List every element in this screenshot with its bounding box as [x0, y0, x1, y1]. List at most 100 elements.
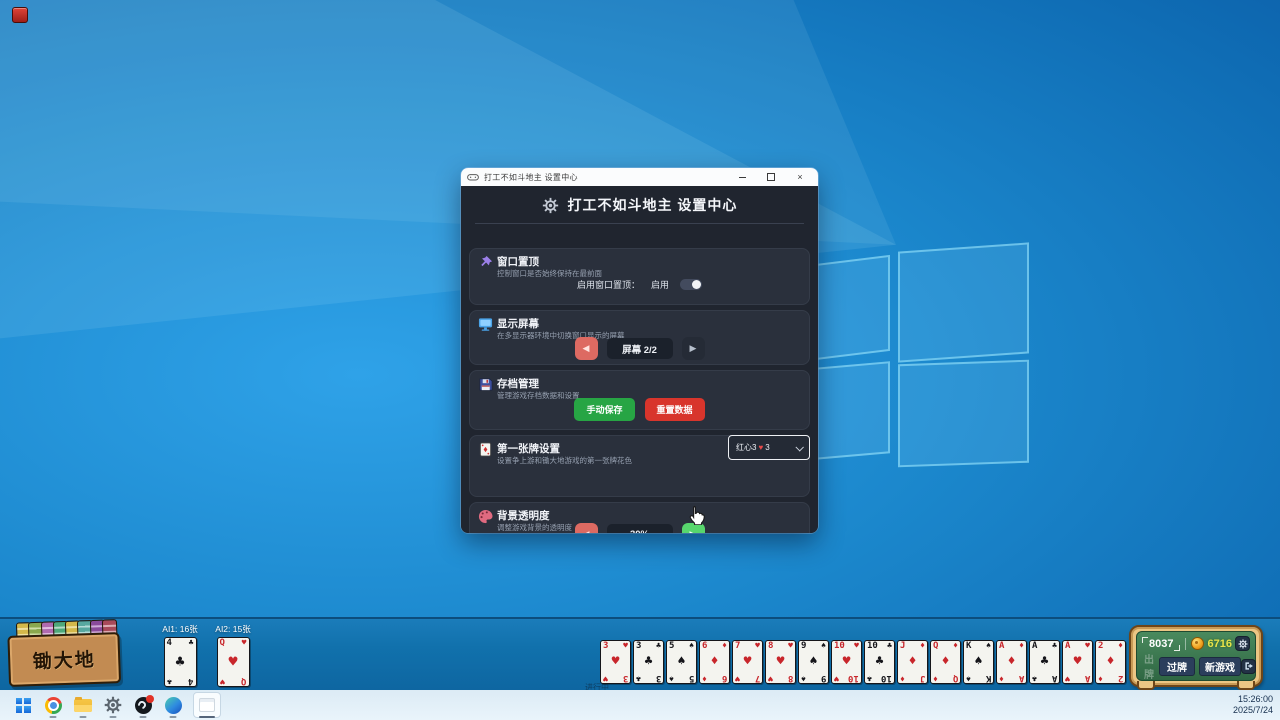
gear-icon: [1238, 639, 1248, 649]
chevron-down-icon: [795, 443, 803, 451]
taskbar-obs[interactable]: [131, 692, 155, 718]
dropdown-rank: 3: [765, 443, 769, 452]
ai2-card: Q♥ ♥ ♥Q: [217, 637, 250, 687]
heart-suit-glyph: ♥: [758, 443, 763, 452]
settings-content: 打工不如斗地主 设置中心 窗口置顶 控制窗口是否始终保持在最前面 启用窗口置顶：…: [461, 186, 818, 533]
pin-icon: [478, 255, 493, 270]
hand-card[interactable]: K ♠ ♠ ♠ K: [963, 640, 994, 684]
screen: 打工不如斗地主 设置中心 × 打工不如斗地主 设置中心 窗口置顶 控制窗口是否始…: [0, 0, 1280, 720]
opacity-decrease-button[interactable]: ◀: [575, 523, 598, 533]
manual-save-button[interactable]: 手动保存: [574, 398, 634, 421]
obs-icon: [135, 697, 152, 714]
reset-data-button[interactable]: 重置数据: [645, 398, 705, 421]
hand-card[interactable]: 9 ♠ ♠ ♠ 9: [798, 640, 829, 684]
toggle-state-label: 启用: [651, 278, 669, 291]
hand-card[interactable]: 2 ♦ ♦ ♦ 2: [1095, 640, 1126, 684]
taskbar-file-explorer[interactable]: [71, 692, 95, 718]
dropdown-value: 红心3: [736, 442, 756, 453]
section-title: 背景透明度: [497, 508, 550, 523]
desktop-shortcut-icon[interactable]: [12, 7, 28, 23]
playing-card-icon: [478, 442, 493, 457]
hand-card[interactable]: 10 ♥ ♥ ♥ 10: [831, 640, 862, 684]
game-bottom-bar: 锄大地 AI1: 16张 4♣ ♣ ♣4 AI2: 15张 Q♥ ♥ ♥Q 进行…: [0, 617, 1280, 690]
coin-icon: [1191, 637, 1204, 650]
clock-time: 15:26:00: [1233, 694, 1273, 705]
new-game-button[interactable]: 新游戏: [1199, 657, 1241, 676]
hand-card[interactable]: 8 ♥ ♥ ♥ 8: [765, 640, 796, 684]
hand-card[interactable]: 3 ♣ ♣ ♣ 3: [633, 640, 664, 684]
hand-card[interactable]: A ♣ ♣ ♣ A: [1029, 640, 1060, 684]
hand-card[interactable]: 7 ♥ ♥ ♥ 7: [732, 640, 763, 684]
wallpaper-windows-logo-pane: [898, 360, 1029, 468]
window-titlebar[interactable]: 打工不如斗地主 设置中心 ×: [461, 168, 818, 186]
close-button[interactable]: ×: [788, 169, 812, 185]
hand-card[interactable]: 5 ♠ ♠ ♠ 5: [666, 640, 697, 684]
exit-icon: [1244, 661, 1254, 671]
ai2-area: AI2: 15张 Q♥ ♥ ♥Q: [211, 623, 255, 687]
first-card-dropdown[interactable]: 红心3 ♥ 3: [728, 435, 810, 460]
screen-value: 屏幕 2/2: [607, 338, 673, 359]
section-title: 窗口置顶: [497, 254, 539, 269]
play-cards-button-disabled: 出牌: [1144, 651, 1154, 681]
hand-card[interactable]: A ♦ ♦ ♦ A: [996, 640, 1027, 684]
section-desc: 设置争上游和锄大地游戏的第一张牌花色: [497, 455, 632, 466]
player-hand: 3 ♥ ♥ ♥ 3 3 ♣ ♣ ♣ 3 5 ♠ ♠ ♠ 5 6 ♦ ♦ ♦ 6 …: [600, 640, 1126, 684]
palette-icon: [478, 509, 493, 524]
chrome-icon: [45, 697, 62, 714]
hand-card[interactable]: Q ♦ ♦ ♦ Q: [930, 640, 961, 684]
section-background-opacity: 背景透明度 调整游戏背景的透明度 ◀ 30% ▶: [469, 502, 810, 533]
pass-button[interactable]: 过牌: [1159, 657, 1195, 676]
gear-icon: [104, 696, 122, 714]
start-button[interactable]: [11, 692, 35, 718]
wallpaper-windows-logo-pane: [898, 242, 1029, 362]
section-title: 存档管理: [497, 376, 539, 391]
exit-button[interactable]: [1241, 659, 1256, 674]
hand-card[interactable]: 10 ♣ ♣ ♣ 10: [864, 640, 895, 684]
folder-icon: [74, 699, 92, 712]
divider: [475, 223, 804, 224]
windows-logo-icon: [16, 698, 31, 713]
gamepad-icon: [467, 173, 479, 181]
taskbar-edge[interactable]: [161, 692, 185, 718]
window-title: 打工不如斗地主 设置中心: [484, 172, 578, 183]
save-icon: [478, 377, 493, 392]
settings-window: 打工不如斗地主 设置中心 × 打工不如斗地主 设置中心 窗口置顶 控制窗口是否始…: [461, 168, 818, 533]
section-save-management: 存档管理 管理游戏存档数据和设置 手动保存 重置数据: [469, 370, 810, 430]
minimize-button[interactable]: [730, 169, 754, 185]
ai1-card-count: AI1: 16张: [158, 623, 202, 635]
page-title: 打工不如斗地主 设置中心: [568, 195, 738, 215]
taskbar-clock[interactable]: 15:26:00 2025/7/24: [1233, 694, 1273, 716]
screen-prev-button[interactable]: ◀: [575, 337, 598, 360]
toggle-label: 启用窗口置顶：: [577, 278, 640, 291]
hand-card[interactable]: A ♥ ♥ ♥ A: [1062, 640, 1093, 684]
ai1-card: 4♣ ♣ ♣4: [164, 637, 197, 687]
panel-settings-button[interactable]: [1235, 636, 1250, 651]
hand-card[interactable]: J ♦ ♦ ♦ J: [897, 640, 928, 684]
ai1-area: AI1: 16张 4♣ ♣ ♣4: [158, 623, 202, 687]
screen-next-button[interactable]: ▶: [682, 337, 705, 360]
ai2-card-count: AI2: 15张: [211, 623, 255, 635]
game-logo-text: 锄大地: [32, 645, 96, 674]
score-panel: 8037 6716 出牌 过牌 新游戏: [1129, 625, 1263, 687]
taskbar-chrome[interactable]: [41, 692, 65, 718]
coins-value: 6716: [1207, 638, 1231, 650]
maximize-button[interactable]: [759, 169, 783, 185]
section-title: 第一张牌设置: [497, 441, 560, 456]
edge-icon: [165, 697, 182, 714]
taskbar-settings[interactable]: [101, 692, 125, 718]
clock-date: 2025/7/24: [1233, 705, 1273, 716]
always-on-top-toggle[interactable]: [680, 279, 702, 290]
game-logo: 锄大地: [7, 619, 121, 687]
app-window-icon: [199, 698, 215, 712]
hand-card[interactable]: 3 ♥ ♥ ♥ 3: [600, 640, 631, 684]
score-value: 8037: [1142, 637, 1180, 651]
mouse-cursor-hand: [686, 504, 707, 525]
opacity-value: 30%: [607, 524, 673, 533]
monitor-icon: [478, 317, 493, 332]
section-display-screen: 显示屏幕 在多显示器环境中切换窗口显示的屏幕 ◀ 屏幕 2/2 ▶: [469, 310, 810, 365]
taskbar-active-game-window[interactable]: [193, 692, 221, 718]
section-first-card: 第一张牌设置 设置争上游和锄大地游戏的第一张牌花色 红心3 ♥ 3: [469, 435, 810, 497]
taskbar: 15:26:00 2025/7/24: [0, 690, 1280, 720]
hand-card[interactable]: 6 ♦ ♦ ♦ 6: [699, 640, 730, 684]
section-window-top: 窗口置顶 控制窗口是否始终保持在最前面 启用窗口置顶： 启用: [469, 248, 810, 305]
